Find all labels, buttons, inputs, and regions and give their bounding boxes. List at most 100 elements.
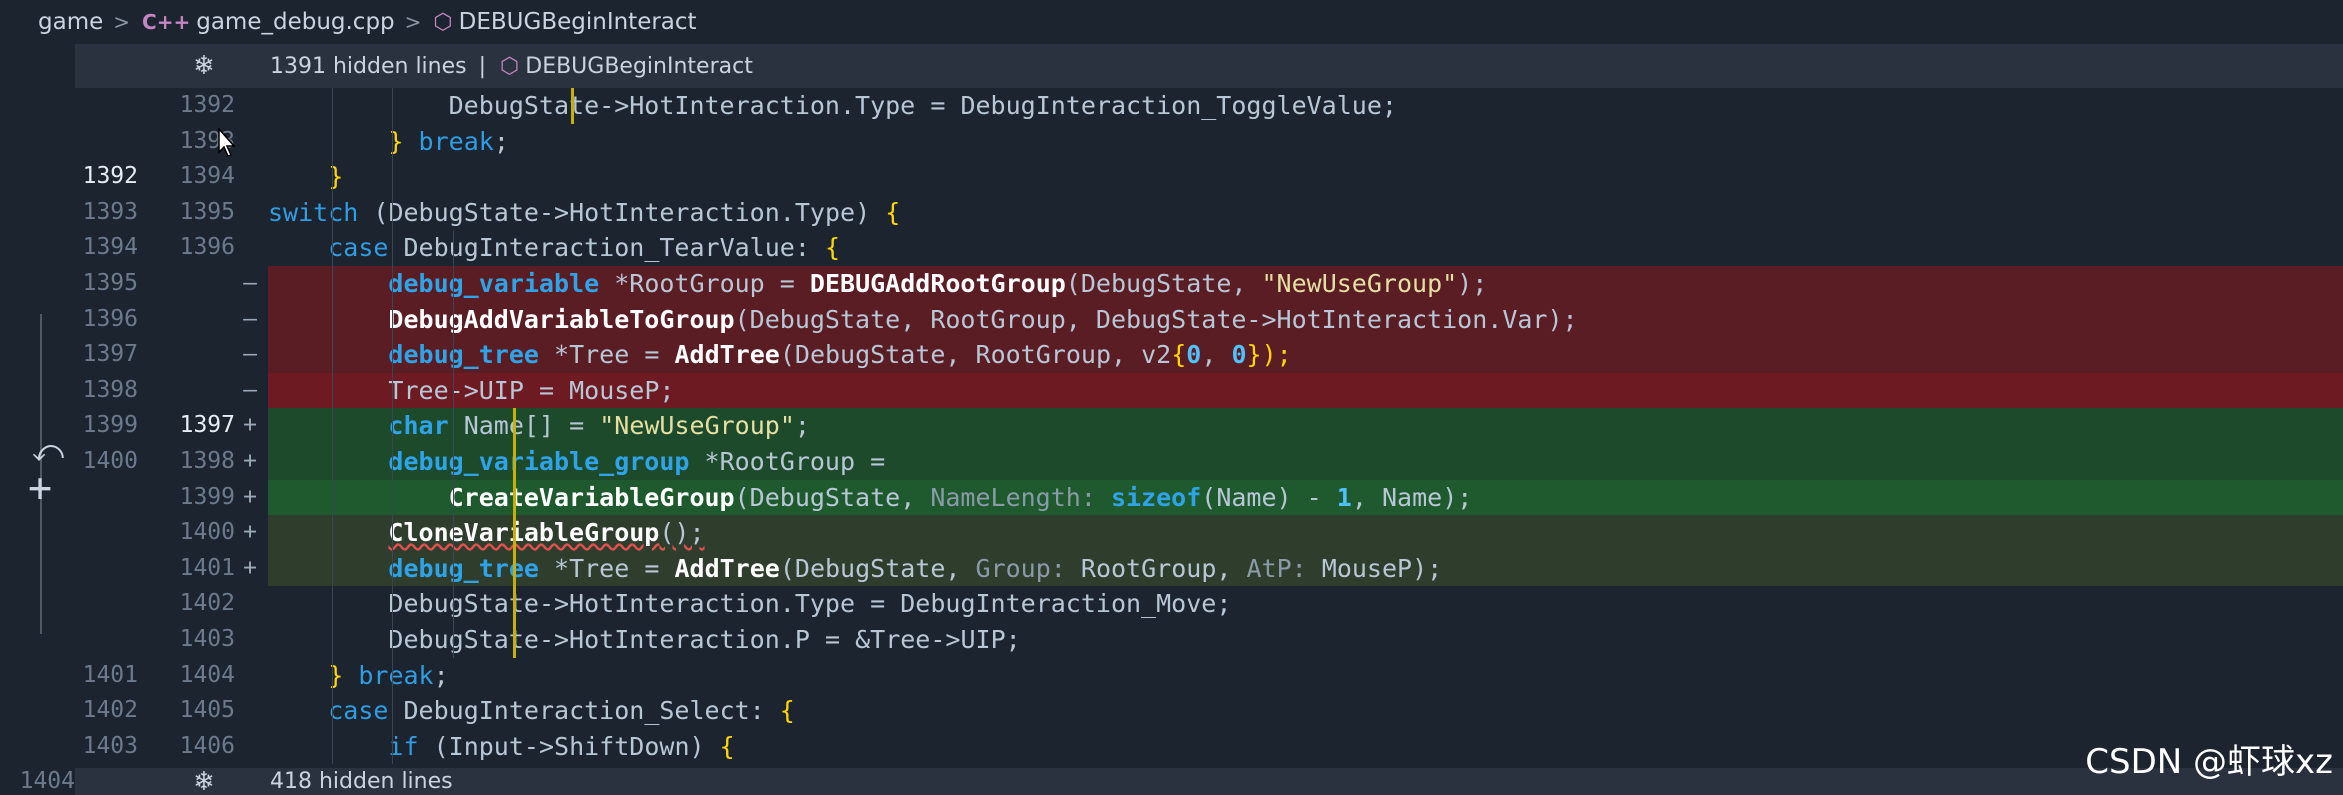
code-text: debug_tree *Tree = AddTree(DebugState, R… <box>388 340 1292 370</box>
code-text: DebugState->HotInteraction.Type = DebugI… <box>448 91 1397 120</box>
line-number-modified: 1400 <box>179 519 235 546</box>
chevron-right-icon: > <box>113 10 131 34</box>
code-line[interactable]: 1402 DebugState->HotInteraction.Type = D… <box>75 586 2343 622</box>
line-number-modified: 1399 <box>179 483 235 510</box>
line-number-original: 1399 <box>82 412 138 439</box>
diff-editor[interactable]: 1392 DebugState->HotInteraction.Type = D… <box>75 88 2343 768</box>
code-line[interactable]: 1396 — DebugAddVariableToGroup(DebugState… <box>75 301 2343 338</box>
added-marker: + <box>243 483 257 510</box>
code-line[interactable]: 1400 + CloneVariableGroup(); <box>75 515 2343 551</box>
code-text: debug_tree *Tree = AddTree(DebugState, G… <box>388 553 1443 583</box>
code-line[interactable]: 1401 + debug_tree *Tree = AddTree(DebugSt… <box>75 550 2343 587</box>
line-number-modified: 1402 <box>179 590 235 617</box>
watermark: CSDN @虾球xz <box>2085 742 2333 782</box>
line-number-modified: 1401 <box>179 554 235 581</box>
scope-guide <box>571 88 575 124</box>
code-line[interactable]: 1401 1404 } break; <box>75 658 2343 694</box>
stage-plus-icon[interactable]: + <box>28 468 52 508</box>
indent-guide <box>392 88 394 765</box>
line-number-original: 1403 <box>82 732 138 759</box>
code-text: CloneVariableGroup(); <box>388 518 705 548</box>
hidden-lines-label: 418 hidden lines <box>270 769 453 794</box>
deleted-marker: — <box>243 305 257 332</box>
added-marker: + <box>243 554 257 581</box>
line-number-original: 1392 <box>82 163 138 190</box>
code-line[interactable]: 1400 1398 + debug_variable_group *RootGrou… <box>75 444 2343 480</box>
line-number-original: 1393 <box>82 198 138 225</box>
indent-guide <box>332 88 334 765</box>
line-number-modified: 1406 <box>179 732 235 759</box>
line-number-modified: 1404 <box>179 661 235 688</box>
deleted-marker: — <box>243 270 257 296</box>
code-text: switch (DebugState->HotInteraction.Type)… <box>268 197 901 227</box>
line-number-modified: 1397 <box>179 412 235 439</box>
diff-actions: ⤺ + <box>20 314 64 634</box>
code-text: } break; <box>388 126 509 156</box>
line-number-original: 1395 <box>82 270 138 296</box>
code-text: debug_variable *RootGroup = DEBUGAddRoot… <box>388 269 1488 298</box>
fold-gutter <box>75 44 138 88</box>
line-number-original: 1401 <box>82 661 138 688</box>
revert-icon[interactable]: ⤺ <box>32 434 64 469</box>
symbol-method-icon: ⬡ <box>433 9 453 35</box>
code-line[interactable]: 1398 — Tree->UIP = MouseP; <box>75 372 2343 409</box>
diff-gutter: ⤺ + <box>0 44 75 795</box>
added-marker: + <box>243 412 257 439</box>
line-number-modified: 1392 <box>179 92 235 118</box>
code-text: case DebugInteraction_Select: { <box>328 696 795 726</box>
added-marker: + <box>243 519 257 546</box>
code-text: DebugAddVariableToGroup(DebugState, Root… <box>388 304 1578 334</box>
code-text: DebugState->HotInteraction.P = &Tree->UI… <box>388 625 1021 654</box>
hidden-lines-fold-top[interactable]: ❄ 1391 hidden lines | ⬡ DEBUGBeginIntera… <box>138 44 2343 88</box>
breadcrumb: game > C++ game_debug.cpp > ⬡ DEBUGBegin… <box>0 0 2343 44</box>
code-text: Tree->UIP = MouseP; <box>388 375 675 405</box>
chevron-right-icon: > <box>404 10 422 34</box>
code-line[interactable]: 1392 DebugState->HotInteraction.Type = D… <box>75 88 2343 124</box>
line-number-original: 1396 <box>82 305 138 332</box>
hidden-lines-fold-bottom[interactable]: ❄ 418 hidden lines <box>138 768 2343 795</box>
code-line[interactable]: 1393 } break; <box>75 124 2343 160</box>
line-number-original: 1400 <box>82 448 138 474</box>
code-line[interactable]: 1395 — debug_variable *RootGroup = DEBUGA… <box>75 266 2343 302</box>
cpp-file-icon: C++ <box>142 10 191 34</box>
fold-symbol-label: DEBUGBeginInteract <box>525 53 753 79</box>
code-line[interactable]: 1402 1405 case DebugInteraction_Select: { <box>75 693 2343 729</box>
code-line[interactable]: 1394 1396 case DebugInteraction_TearValue… <box>75 230 2343 266</box>
code-line[interactable]: 1403 DebugState->HotInteraction.P = &Tre… <box>75 622 2343 658</box>
breadcrumb-item-file[interactable]: game_debug.cpp <box>190 9 400 35</box>
line-number: 1404 <box>19 768 75 794</box>
code-text: case DebugInteraction_TearValue: { <box>328 233 841 263</box>
line-number-original: 1398 <box>82 376 138 403</box>
line-number-original: 1402 <box>82 697 138 724</box>
code-text: debug_variable_group *RootGroup = <box>388 447 886 476</box>
fold-separator: | <box>478 53 487 79</box>
indent-guide <box>452 230 454 658</box>
unfold-icon[interactable]: ❄ <box>138 768 270 795</box>
code-line[interactable]: 1403 1406 if (Input->ShiftDown) { <box>75 729 2343 765</box>
line-number-modified: 1395 <box>179 198 235 225</box>
code-text: if (Input->ShiftDown) { <box>388 731 735 761</box>
fold-gutter <box>75 768 138 795</box>
unfold-icon[interactable]: ❄ <box>138 51 270 81</box>
symbol-method-icon: ⬡ <box>500 53 520 79</box>
deleted-marker: — <box>243 376 257 403</box>
code-line[interactable]: 1392 1394 } <box>75 159 2343 195</box>
code-line[interactable]: 1393 1395 switch (DebugState->HotInteracti… <box>75 195 2343 231</box>
scope-guide <box>512 408 516 658</box>
mouse-cursor-icon <box>218 128 236 157</box>
line-number-original: 1394 <box>82 234 138 261</box>
line-number-modified: 1394 <box>179 163 235 190</box>
line-number-modified: 1405 <box>179 697 235 724</box>
breadcrumb-item-game[interactable]: game <box>0 9 109 35</box>
code-text: char Name[] = "NewUseGroup"; <box>388 411 810 441</box>
deleted-marker: — <box>243 341 257 368</box>
line-number-original: 1397 <box>82 341 138 368</box>
code-line[interactable]: 1399 + CreateVariableGroup(DebugState, Na… <box>75 479 2343 516</box>
hidden-lines-label: 1391 hidden lines <box>270 53 467 79</box>
breadcrumb-item-symbol[interactable]: DEBUGBeginInteract <box>453 9 703 35</box>
code-text: } break; <box>328 660 449 690</box>
line-number-modified: 1398 <box>179 448 235 474</box>
added-marker: + <box>243 448 257 474</box>
code-line[interactable]: 1397 — debug_tree *Tree = AddTree(DebugSt… <box>75 337 2343 373</box>
code-line[interactable]: 1399 1397 + char Name[] = "NewUseGroup"; <box>75 408 2343 444</box>
